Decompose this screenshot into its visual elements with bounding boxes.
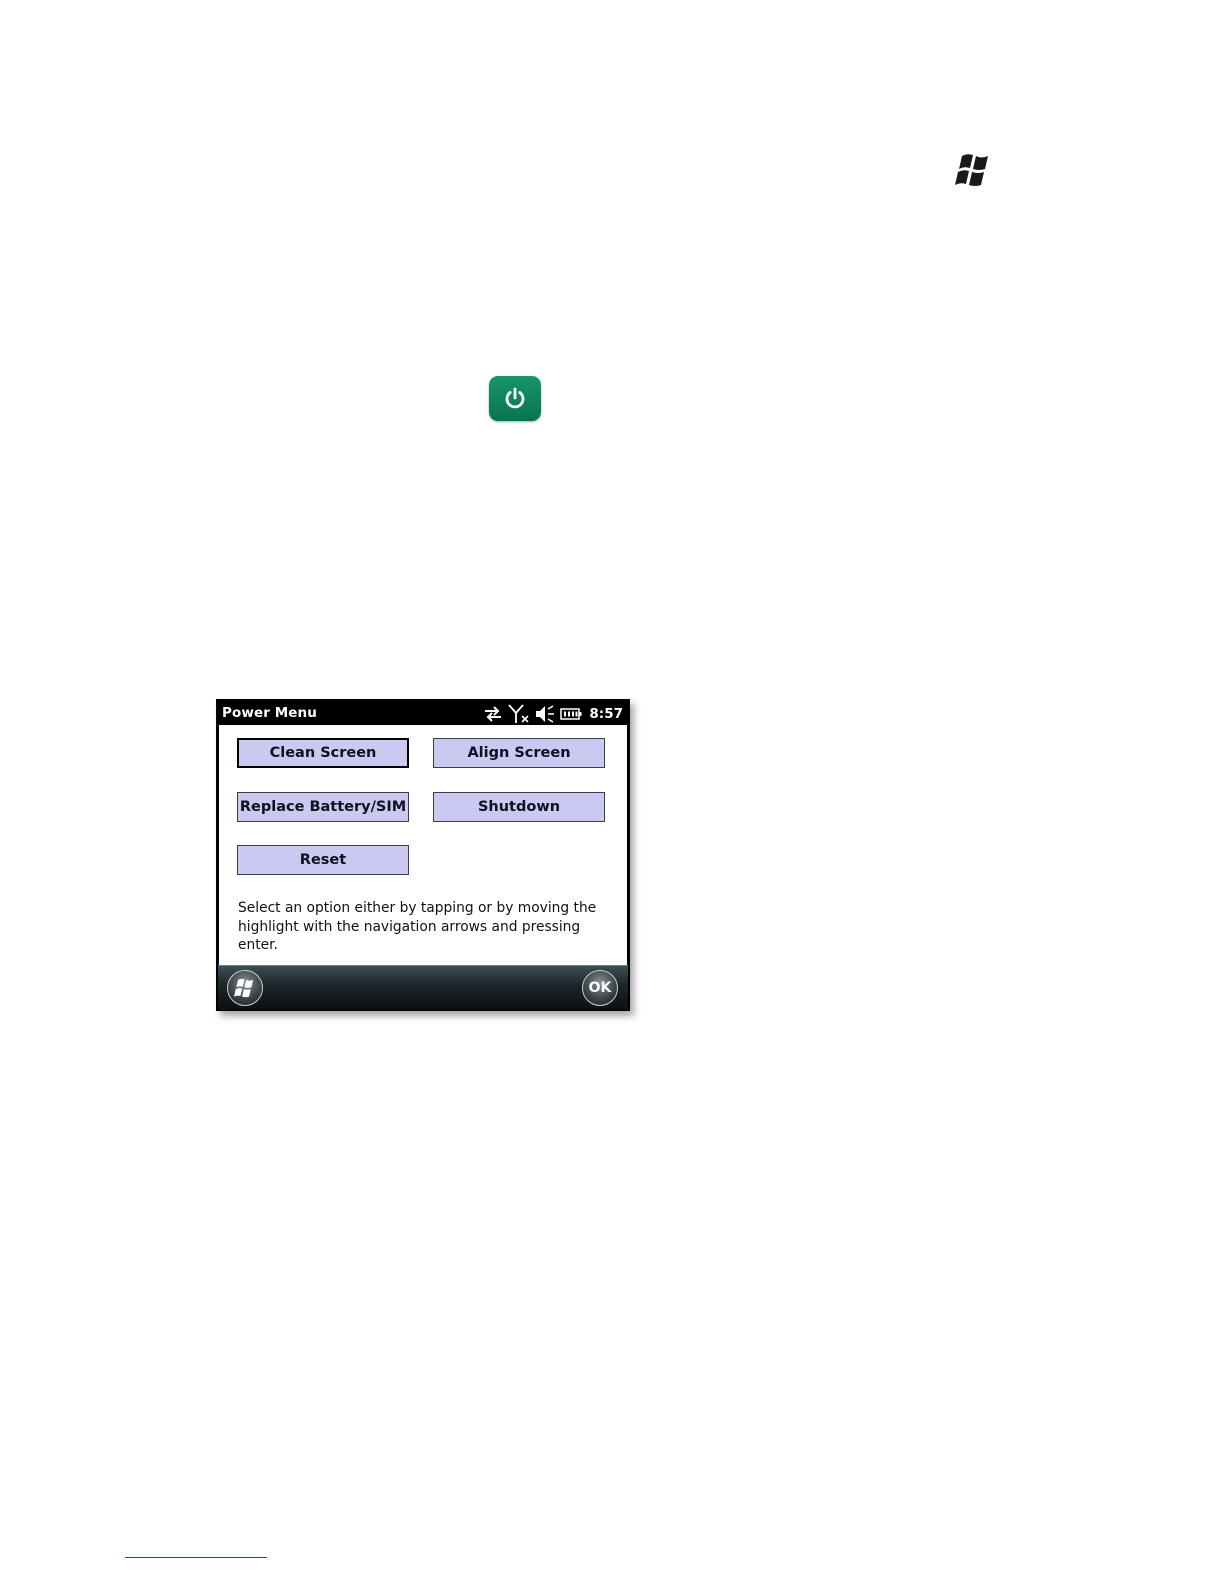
ok-button[interactable]: OK bbox=[582, 970, 618, 1006]
power-menu-screenshot: Power Menu 8:57 Clean Screen Align Scree… bbox=[216, 699, 630, 1011]
power-app-icon bbox=[489, 376, 541, 421]
footnote-rule bbox=[125, 1557, 267, 1558]
shutdown-button[interactable]: Shutdown bbox=[433, 792, 605, 822]
signal-off-icon[interactable] bbox=[508, 704, 530, 724]
windows-flag-icon bbox=[955, 154, 988, 186]
battery-icon[interactable] bbox=[560, 708, 582, 720]
window-title: Power Menu bbox=[222, 705, 317, 721]
instructions-text: Select an option either by tapping or by… bbox=[238, 900, 597, 953]
align-screen-button[interactable]: Align Screen bbox=[433, 738, 605, 768]
power-menu-content: Clean Screen Align Screen Replace Batter… bbox=[219, 725, 627, 965]
sync-arrows-icon[interactable] bbox=[483, 706, 503, 722]
clock[interactable]: 8:57 bbox=[589, 706, 623, 722]
speaker-muted-icon[interactable] bbox=[535, 705, 555, 723]
title-bar: Power Menu 8:57 bbox=[218, 701, 628, 725]
start-button[interactable] bbox=[227, 970, 263, 1006]
replace-battery-sim-button[interactable]: Replace Battery/SIM bbox=[237, 792, 409, 822]
soft-key-bar: OK bbox=[218, 965, 628, 1010]
status-area: 8:57 bbox=[483, 703, 623, 725]
reset-button[interactable]: Reset bbox=[237, 845, 409, 875]
windows-start-icon bbox=[234, 978, 254, 998]
power-icon bbox=[505, 387, 525, 409]
ok-label: OK bbox=[588, 980, 612, 996]
clean-screen-button[interactable]: Clean Screen bbox=[237, 738, 409, 768]
